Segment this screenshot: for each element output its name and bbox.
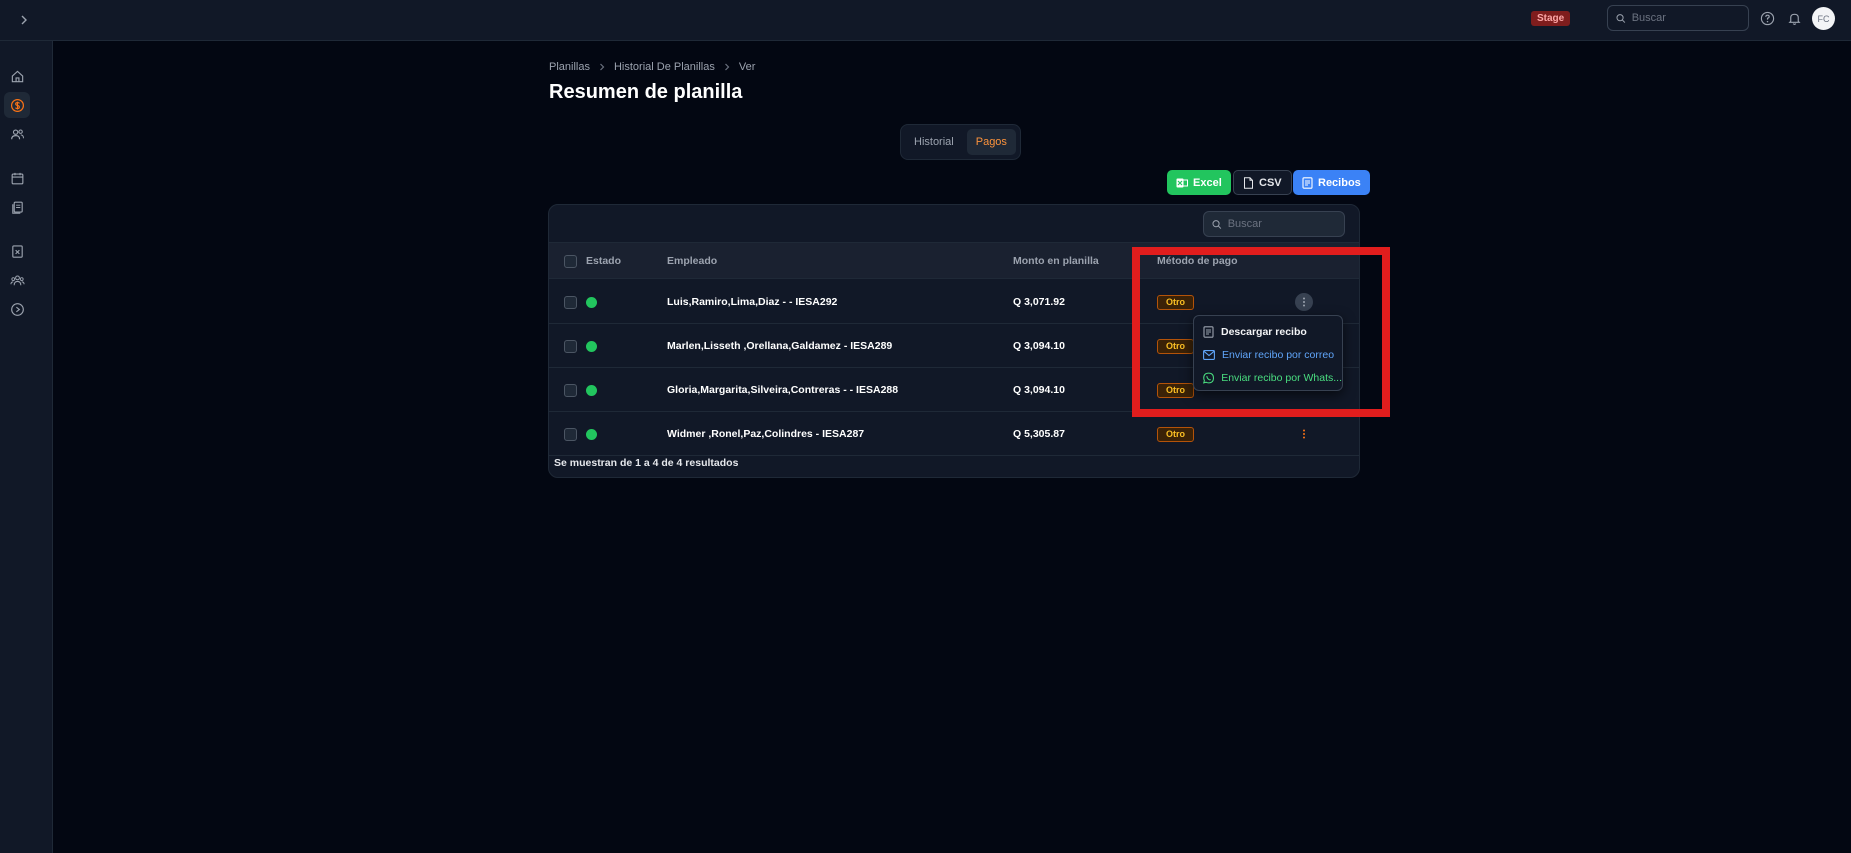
select-all-checkbox[interactable] bbox=[564, 254, 577, 268]
sidebar-item-payroll[interactable] bbox=[4, 92, 30, 118]
column-empleado[interactable]: Empleado bbox=[667, 243, 717, 279]
breadcrumb-ver: Ver bbox=[738, 61, 756, 73]
employee-name: Widmer ,Ronel,Paz,Colindres - IESA287 bbox=[667, 428, 865, 440]
expand-sidebar-button[interactable] bbox=[12, 8, 36, 32]
employee-name: Marlen,Lisseth ,Orellana,Galdamez - IESA… bbox=[667, 340, 893, 352]
payroll-amount: Q 3,094.10 bbox=[1013, 384, 1065, 396]
breadcrumb-historial[interactable]: Historial De Planillas bbox=[614, 61, 715, 73]
status-indicator bbox=[586, 340, 597, 352]
highlight-annotation bbox=[1132, 247, 1390, 417]
sidebar-item-calendar[interactable] bbox=[4, 165, 30, 191]
pagination-summary: Se muestran de 1 a 4 de 4 resultados bbox=[554, 457, 739, 469]
sidebar-item-activity[interactable] bbox=[4, 296, 30, 322]
users-icon bbox=[10, 128, 24, 139]
help-icon[interactable] bbox=[1758, 9, 1776, 27]
file-icon bbox=[1244, 176, 1253, 189]
receipts-button[interactable]: Recibos bbox=[1293, 170, 1370, 195]
tab-pagos[interactable]: Pagos bbox=[966, 129, 1016, 155]
top-bar: Stage FC bbox=[0, 0, 1851, 41]
export-excel-label: Excel bbox=[1193, 176, 1222, 189]
sidebar-item-team[interactable] bbox=[4, 267, 30, 293]
export-csv-label: CSV bbox=[1259, 176, 1282, 189]
column-monto[interactable]: Monto en planilla bbox=[1013, 243, 1099, 279]
payroll-amount: Q 3,094.10 bbox=[1013, 340, 1065, 352]
excel-icon bbox=[1176, 178, 1188, 187]
tab-switcher: Historial Pagos bbox=[900, 124, 1021, 160]
row-checkbox[interactable] bbox=[564, 339, 577, 353]
global-search[interactable] bbox=[1607, 5, 1749, 31]
row-checkbox[interactable] bbox=[564, 383, 577, 397]
status-indicator bbox=[586, 428, 597, 440]
breadcrumb-planillas[interactable]: Planillas bbox=[549, 61, 590, 73]
sidebar-item-employees[interactable] bbox=[4, 121, 30, 147]
file-x-icon bbox=[11, 244, 23, 258]
table-row[interactable]: Widmer ,Ronel,Paz,Colindres - IESA287 Q … bbox=[549, 412, 1359, 456]
bell-icon[interactable] bbox=[1785, 9, 1803, 27]
sidebar bbox=[0, 41, 53, 853]
employee-name: Luis,Ramiro,Lima,Diaz - - IESA292 bbox=[667, 296, 838, 308]
play-circle-icon bbox=[10, 302, 24, 316]
receipt-icon bbox=[1302, 176, 1313, 189]
column-estado[interactable]: Estado bbox=[586, 243, 621, 279]
export-excel-button[interactable]: Excel bbox=[1167, 170, 1231, 195]
sidebar-item-file-x[interactable] bbox=[4, 238, 30, 264]
chevron-right-icon bbox=[21, 15, 27, 25]
payroll-amount: Q 3,071.92 bbox=[1013, 296, 1065, 308]
payment-method-badge: Otro bbox=[1157, 426, 1194, 442]
chevron-right-icon bbox=[598, 63, 606, 71]
row-checkbox[interactable] bbox=[564, 427, 577, 441]
receipts-label: Recibos bbox=[1318, 176, 1361, 189]
home-icon bbox=[11, 70, 23, 82]
sidebar-item-documents[interactable] bbox=[4, 194, 30, 220]
documents-icon bbox=[11, 201, 23, 214]
breadcrumb: Planillas Historial De Planillas Ver bbox=[549, 61, 755, 73]
row-actions-button[interactable] bbox=[1295, 425, 1313, 443]
tab-historial[interactable]: Historial bbox=[905, 129, 963, 155]
page-title: Resumen de planilla bbox=[549, 81, 743, 103]
sidebar-item-home[interactable] bbox=[4, 63, 30, 89]
search-icon bbox=[1212, 219, 1222, 229]
employee-name: Gloria,Margarita,Silveira,Contreras - - … bbox=[667, 384, 899, 396]
export-csv-button[interactable]: CSV bbox=[1233, 170, 1292, 195]
table-search[interactable] bbox=[1203, 211, 1345, 237]
chevron-right-icon bbox=[723, 63, 731, 71]
user-avatar[interactable]: FC bbox=[1812, 7, 1835, 30]
team-icon bbox=[9, 274, 25, 285]
status-indicator bbox=[586, 384, 597, 396]
row-checkbox[interactable] bbox=[564, 295, 577, 309]
dollar-icon bbox=[10, 98, 24, 112]
environment-badge: Stage bbox=[1531, 11, 1571, 26]
kebab-menu-icon bbox=[1303, 429, 1305, 439]
payroll-amount: Q 5,305.87 bbox=[1013, 428, 1065, 440]
search-icon bbox=[1616, 13, 1626, 23]
calendar-icon bbox=[11, 172, 23, 184]
status-indicator bbox=[586, 296, 597, 308]
global-search-input[interactable] bbox=[1631, 12, 1748, 24]
table-search-input[interactable] bbox=[1227, 218, 1344, 230]
table-toolbar bbox=[549, 205, 1359, 243]
